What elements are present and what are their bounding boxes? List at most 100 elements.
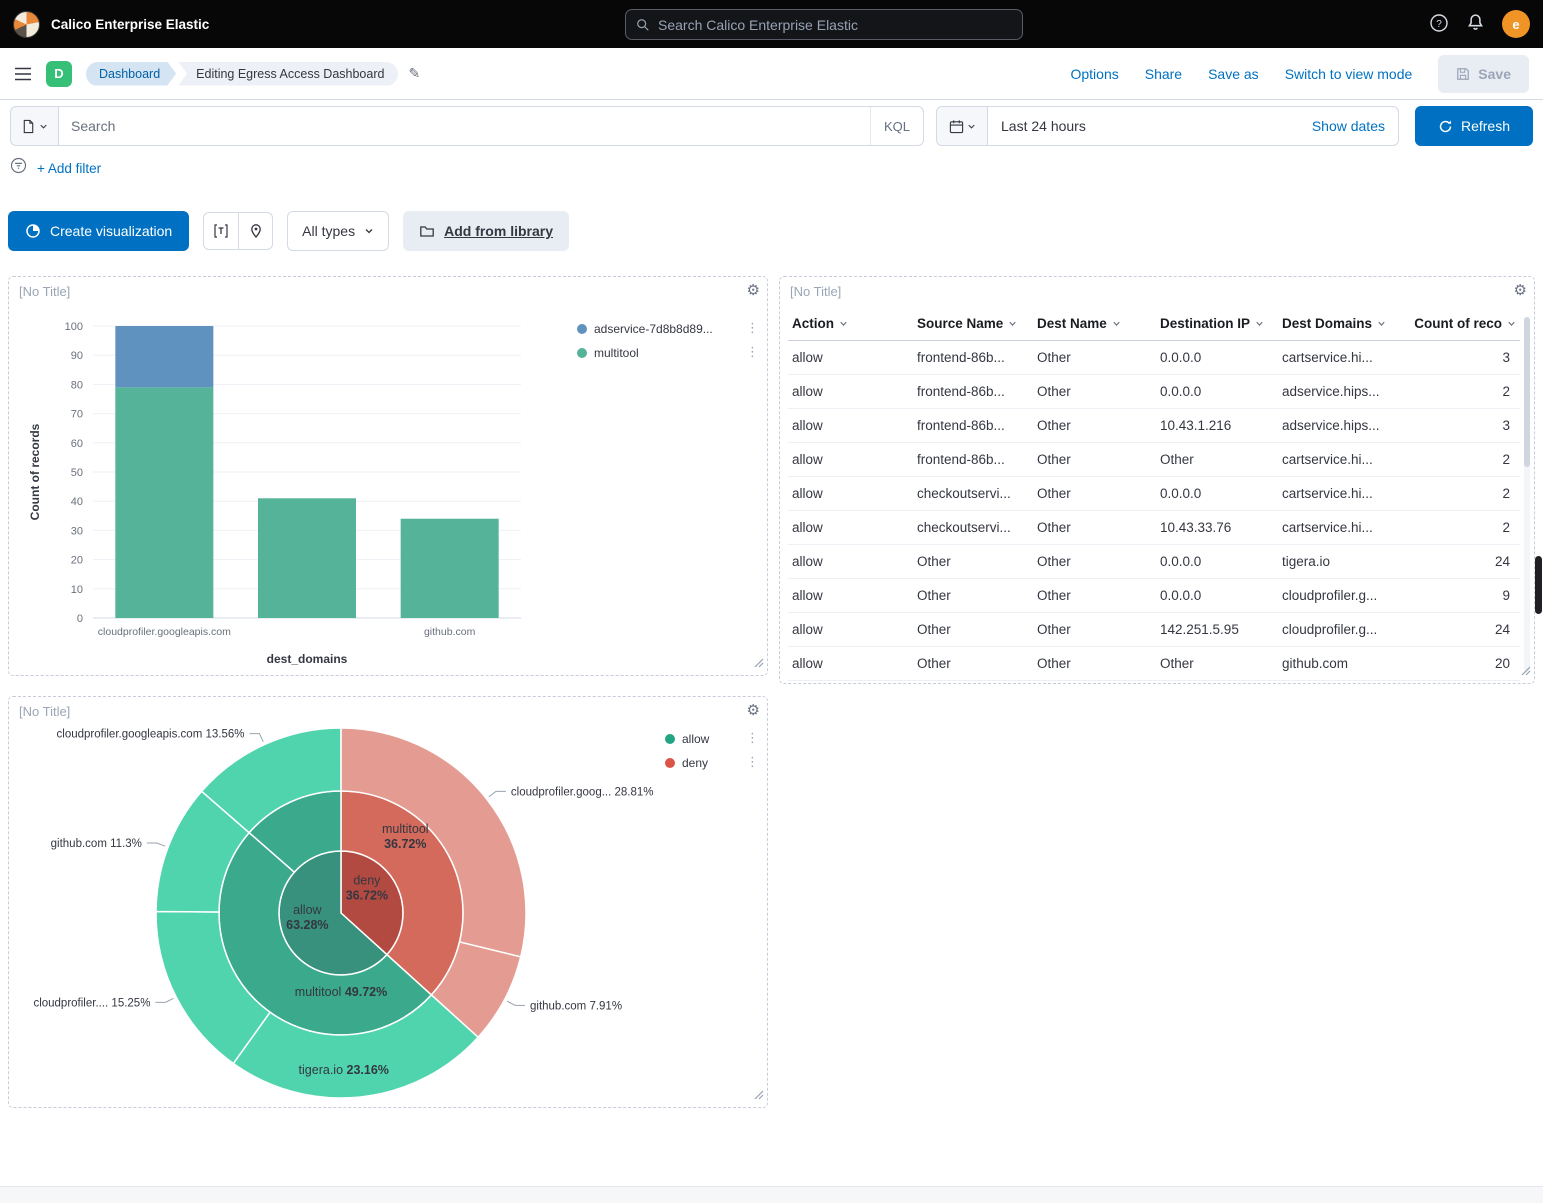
column-header-source-name[interactable]: Source Name	[913, 316, 1033, 331]
options-button[interactable]: Options	[1070, 66, 1118, 82]
table-cell: github.com	[1278, 656, 1400, 671]
global-search[interactable]	[625, 9, 1023, 40]
panel-resize-handle[interactable]	[754, 655, 764, 673]
svg-text:cloudprofiler.googleapis.com: cloudprofiler.googleapis.com	[98, 626, 231, 638]
calico-logo	[13, 11, 40, 38]
kql-search[interactable]: KQL	[58, 106, 924, 146]
show-dates-button[interactable]: Show dates	[1312, 118, 1385, 134]
legend-dot	[577, 348, 587, 358]
refresh-button[interactable]: Refresh	[1415, 106, 1533, 146]
save-button[interactable]: Save	[1438, 55, 1529, 93]
legend-menu-icon[interactable]: ⋮	[746, 345, 759, 360]
table-cell: cloudprofiler.g...	[1278, 622, 1400, 637]
svg-text:dest_domains: dest_domains	[267, 652, 348, 666]
column-header-count-of-reco[interactable]: Count of reco	[1400, 316, 1520, 331]
chevron-down-icon	[364, 226, 374, 236]
saved-query-menu-button[interactable]	[10, 106, 58, 146]
switch-view-mode-button[interactable]: Switch to view mode	[1285, 66, 1413, 82]
lens-icon	[25, 223, 41, 239]
add-filter-button[interactable]: + Add filter	[37, 161, 101, 176]
table-cell: 142.251.5.95	[1156, 622, 1278, 637]
table-row: allowOtherOther142.251.5.95cloudprofiler…	[788, 613, 1520, 647]
legend-menu-icon[interactable]: ⋮	[746, 755, 759, 770]
save-icon	[1456, 67, 1470, 81]
legend-item-deny[interactable]: deny⋮	[665, 755, 759, 770]
panel-resize-handle[interactable]	[754, 1087, 764, 1105]
add-map-button[interactable]	[238, 213, 272, 249]
svg-text:20: 20	[71, 555, 83, 567]
time-range-value[interactable]: Last 24 hours	[1001, 118, 1086, 134]
panel-settings-icon[interactable]: ⚙	[1514, 281, 1527, 299]
global-header: Calico Enterprise Elastic ? e	[0, 0, 1543, 48]
global-search-input[interactable]	[658, 17, 1012, 33]
dashboard-app-badge[interactable]: D	[46, 61, 72, 87]
table-cell: 2	[1400, 384, 1520, 399]
table-cell: Other	[1033, 350, 1156, 365]
sunburst-chart[interactable]: deny36.72%allow63.28%multitool36.72%mult…	[9, 703, 753, 1103]
legend-menu-icon[interactable]: ⋮	[746, 321, 759, 336]
svg-text:github.com 11.3%: github.com 11.3%	[51, 838, 142, 850]
legend-item-adservice-7d8b8d89-[interactable]: adservice-7d8b8d89...⋮	[577, 321, 759, 336]
panel-bar-chart: [No Title] ⚙ 0102030405060708090100cloud…	[8, 276, 768, 676]
table-header-row: ActionSource NameDest NameDestination IP…	[788, 309, 1520, 341]
table-cell: adservice.hips...	[1278, 384, 1400, 399]
table-cell: allow	[788, 418, 913, 433]
kql-badge[interactable]: KQL	[870, 107, 923, 145]
app-title: Calico Enterprise Elastic	[51, 17, 209, 32]
panel-resize-handle[interactable]	[1521, 663, 1531, 681]
table-row: allowfrontend-86b...Other0.0.0.0cartserv…	[788, 341, 1520, 375]
page-scrollbar-thumb[interactable]	[1535, 556, 1542, 614]
table-cell: 20	[1400, 656, 1520, 671]
svg-text:github.com: github.com	[424, 626, 476, 638]
panel-settings-icon[interactable]: ⚙	[747, 281, 760, 299]
share-button[interactable]: Share	[1145, 66, 1182, 82]
sort-chevron-icon	[1008, 319, 1017, 328]
column-header-dest-domains[interactable]: Dest Domains	[1278, 316, 1400, 331]
edit-title-icon[interactable]: ✎	[408, 66, 420, 82]
table-cell: allow	[788, 350, 913, 365]
column-header-action[interactable]: Action	[788, 316, 913, 331]
panel-sunburst: [No Title] ⚙ deny36.72%allow63.28%multit…	[8, 696, 768, 1108]
table-cell: Other	[1033, 384, 1156, 399]
create-visualization-button[interactable]: Create visualization	[8, 211, 189, 251]
table-cell: Other	[1033, 418, 1156, 433]
panel-title: [No Title]	[19, 284, 70, 299]
add-from-library-button[interactable]: Add from library	[403, 211, 569, 251]
filter-icon	[10, 157, 27, 179]
caret-down-icon	[39, 122, 48, 131]
notifications-icon[interactable]	[1466, 13, 1485, 35]
breadcrumb-dashboard[interactable]: Dashboard	[86, 62, 176, 86]
table-cell: Other	[1033, 452, 1156, 467]
table-cell: cartservice.hi...	[1278, 350, 1400, 365]
table-cell: Other	[1033, 588, 1156, 603]
column-header-dest-name[interactable]: Dest Name	[1033, 316, 1156, 331]
legend-item-multitool[interactable]: multitool⋮	[577, 345, 759, 360]
legend-label: allow	[682, 732, 709, 746]
table-cell: Other	[1033, 520, 1156, 535]
table-cell: cloudprofiler.g...	[1278, 588, 1400, 603]
help-icon[interactable]: ?	[1429, 13, 1449, 36]
add-text-button[interactable]	[204, 213, 238, 249]
table-cell: 0.0.0.0	[1156, 384, 1278, 399]
calendar-button[interactable]	[937, 107, 988, 145]
kql-search-input[interactable]	[71, 118, 870, 134]
all-types-dropdown[interactable]: All types	[287, 211, 389, 251]
table-cell: allow	[788, 588, 913, 603]
sort-chevron-icon	[1507, 319, 1516, 328]
table-cell: 3	[1400, 418, 1520, 433]
menu-icon[interactable]	[14, 67, 32, 81]
data-table: ActionSource NameDest NameDestination IP…	[788, 309, 1520, 681]
table-scrollbar[interactable]	[1524, 317, 1530, 673]
document-icon	[21, 119, 36, 134]
column-header-destination-ip[interactable]: Destination IP	[1156, 316, 1278, 331]
date-picker: Last 24 hours Show dates	[936, 106, 1399, 146]
table-cell: Other	[913, 656, 1033, 671]
sort-chevron-icon	[1255, 319, 1264, 328]
legend-item-allow[interactable]: allow ⋮	[665, 731, 759, 746]
user-avatar[interactable]: e	[1502, 10, 1530, 38]
legend-dot	[665, 734, 675, 744]
table-cell: 2	[1400, 486, 1520, 501]
legend-menu-icon[interactable]: ⋮	[746, 731, 759, 746]
table-cell: Other	[1033, 656, 1156, 671]
save-as-button[interactable]: Save as	[1208, 66, 1259, 82]
